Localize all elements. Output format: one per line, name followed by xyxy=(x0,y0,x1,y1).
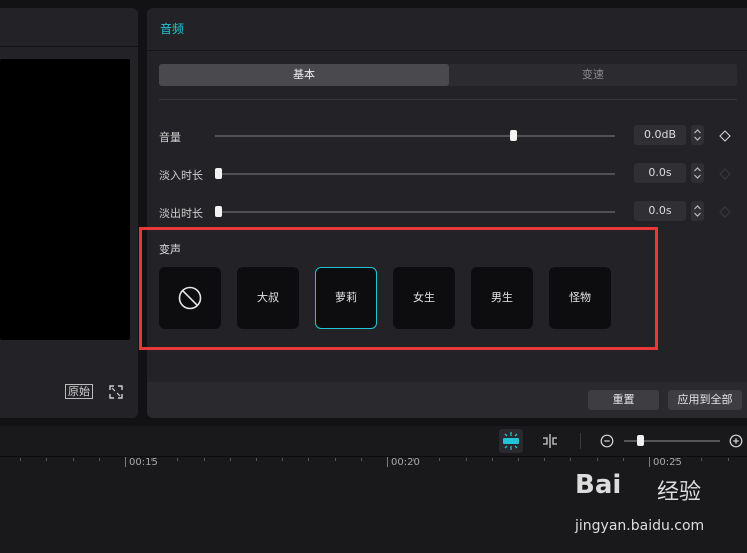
ruler-minor-tick xyxy=(177,458,178,461)
fade-out-slider[interactable] xyxy=(215,211,615,213)
ruler-minor-tick xyxy=(308,458,309,461)
fade-in-value-field[interactable]: 0.0s xyxy=(634,163,686,183)
split-icon[interactable] xyxy=(541,433,559,449)
ruler-major-tick xyxy=(649,457,650,467)
zoom-in-icon[interactable] xyxy=(729,434,743,448)
ruler-minor-tick xyxy=(204,458,205,461)
watermark-logo: Bai xyxy=(575,470,622,500)
ruler-minor-tick xyxy=(492,458,493,461)
ruler-minor-tick xyxy=(597,458,598,461)
ruler-major-tick xyxy=(125,457,126,467)
preview-panel: 原始 xyxy=(0,8,138,418)
divider xyxy=(159,99,737,100)
preview-header xyxy=(0,8,138,47)
audio-panel-footer: 重置 应用到全部 xyxy=(147,382,747,418)
ruler-minor-tick xyxy=(230,458,231,461)
ruler-major-tick xyxy=(387,457,388,467)
audio-panel: 音频 基本 变速 音量 0.0dB 淡入时长 0.0s 淡出时长 0.0s 变声 xyxy=(147,8,747,418)
audio-tabs: 基本 变速 xyxy=(159,64,737,86)
zoom-slider-knob[interactable] xyxy=(637,435,645,446)
watermark-brand-suffix: 经验 xyxy=(657,480,702,505)
ruler-minor-tick xyxy=(728,458,729,461)
ruler-minor-tick xyxy=(544,458,545,461)
watermark-url: jingyan.baidu.com xyxy=(575,518,705,534)
volume-slider-knob[interactable] xyxy=(509,130,517,141)
audio-panel-title: 音频 xyxy=(160,22,185,36)
timeline-ruler[interactable]: 00:15 00:20 00:25 xyxy=(0,456,747,470)
ruler-minor-tick xyxy=(466,458,467,461)
fade-in-slider[interactable] xyxy=(215,173,615,175)
ruler-minor-tick xyxy=(20,458,21,461)
keyframe-diamond-icon xyxy=(719,206,731,218)
volume-slider[interactable] xyxy=(215,135,615,137)
volume-label: 音量 xyxy=(159,131,181,144)
ruler-minor-tick xyxy=(439,458,440,461)
divider xyxy=(580,433,581,449)
fullscreen-icon[interactable] xyxy=(109,385,123,399)
ruler-minor-tick xyxy=(701,458,702,461)
ruler-time-label: 00:25 xyxy=(653,457,682,468)
ruler-minor-tick xyxy=(256,458,257,461)
reset-button[interactable]: 重置 xyxy=(588,390,659,410)
ruler-minor-tick xyxy=(518,458,519,461)
fade-out-stepper[interactable] xyxy=(691,201,704,221)
auto-snap-icon[interactable] xyxy=(499,429,523,453)
fade-in-stepper[interactable] xyxy=(691,163,704,183)
ruler-minor-tick xyxy=(570,458,571,461)
tab-speed[interactable]: 变速 xyxy=(449,64,737,86)
timeline-toolbar xyxy=(0,426,747,457)
fade-out-value-field[interactable]: 0.0s xyxy=(634,201,686,221)
ruler-minor-tick xyxy=(335,458,336,461)
keyframe-diamond-icon[interactable] xyxy=(719,130,731,142)
apply-to-all-button[interactable]: 应用到全部 xyxy=(668,390,742,410)
keyframe-diamond-icon xyxy=(719,168,731,180)
fade-out-label: 淡出时长 xyxy=(159,207,203,220)
audio-panel-header: 音频 xyxy=(147,8,747,51)
ruler-minor-tick xyxy=(623,458,624,461)
original-ratio-button[interactable]: 原始 xyxy=(65,384,93,399)
highlight-annotation-box xyxy=(139,227,658,350)
ruler-minor-tick xyxy=(46,458,47,461)
ruler-minor-tick xyxy=(361,458,362,461)
ruler-minor-tick xyxy=(99,458,100,461)
ruler-time-label: 00:15 xyxy=(129,457,158,468)
volume-stepper[interactable] xyxy=(691,125,704,145)
ruler-time-label: 00:20 xyxy=(391,457,420,468)
fade-in-slider-knob[interactable] xyxy=(215,168,222,179)
baidu-jingyan-watermark: Bai 经验 jingyan.baidu.com xyxy=(575,470,747,540)
fade-in-label: 淡入时长 xyxy=(159,169,203,182)
volume-value-field[interactable]: 0.0dB xyxy=(634,125,686,145)
video-preview[interactable] xyxy=(0,59,130,340)
fade-out-slider-knob[interactable] xyxy=(215,206,222,217)
zoom-out-icon[interactable] xyxy=(600,434,614,448)
ruler-minor-tick xyxy=(73,458,74,461)
tab-basic[interactable]: 基本 xyxy=(159,64,449,86)
ruler-minor-tick xyxy=(282,458,283,461)
